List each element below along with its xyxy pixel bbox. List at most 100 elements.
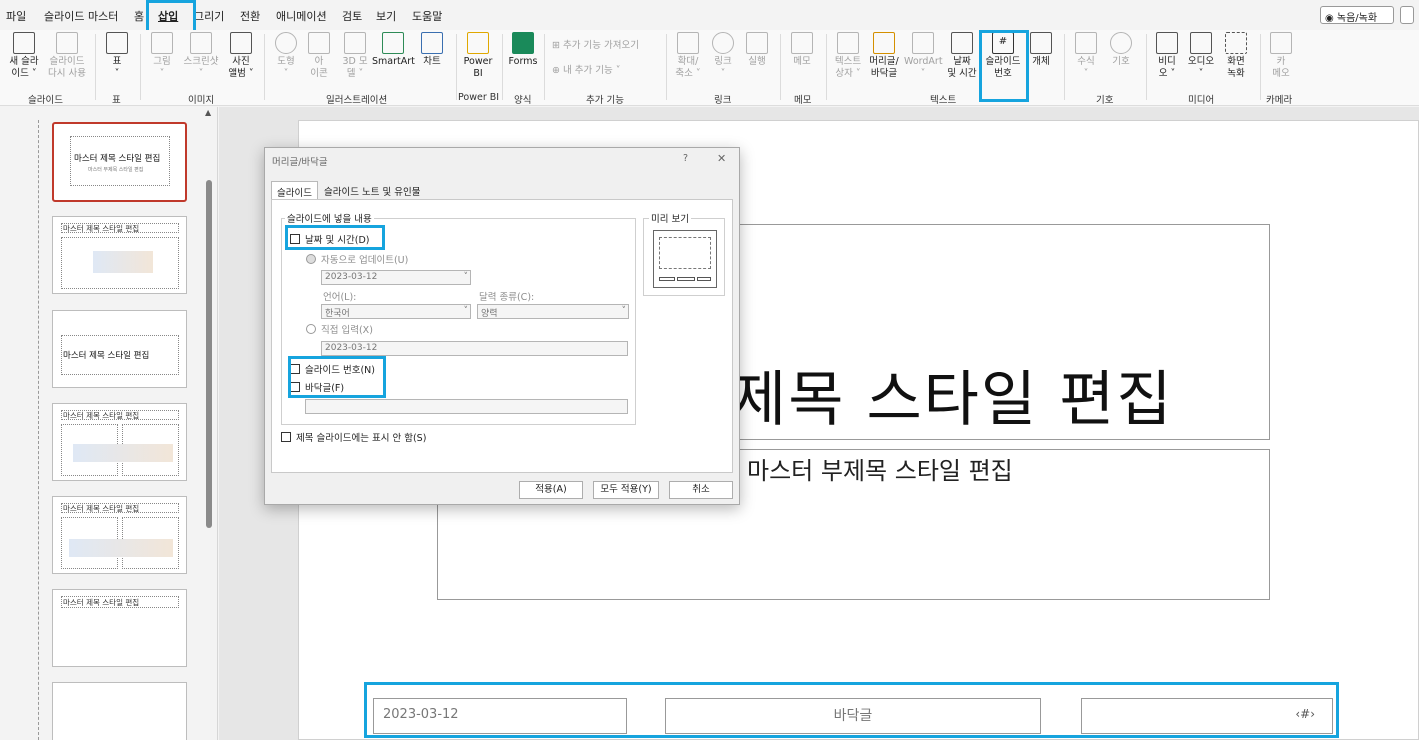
chevron-down-icon: ˅ <box>621 306 627 316</box>
comment-button[interactable]: 메모 <box>786 32 818 68</box>
thumb-title: 마스터 제목 스타일 편집 <box>63 351 150 361</box>
dont-show-title-checkbox[interactable] <box>281 432 291 442</box>
link-button[interactable]: 링크 ˅ <box>708 32 738 80</box>
my-addins-button[interactable]: ⊕ 내 추가 기능 ˅ <box>552 65 621 77</box>
separator <box>95 34 96 100</box>
thumbnail-layout[interactable]: 마스터 제목 스타일 편집 <box>52 589 187 667</box>
language-select[interactable]: 한국어 ˅ <box>321 304 471 319</box>
action-button[interactable]: 실행 <box>742 32 772 68</box>
auto-update-radio[interactable] <box>306 254 316 264</box>
preview-body <box>659 237 711 269</box>
separator <box>264 34 265 100</box>
menu-transitions[interactable]: 전환 <box>240 8 260 24</box>
fixed-date-input[interactable]: 2023-03-12 <box>321 341 628 356</box>
record-button[interactable]: ◉ 녹음/녹화 <box>1320 6 1394 24</box>
smartart-button[interactable]: SmartArt <box>372 32 415 68</box>
zoom-button[interactable]: 확대/ 축소 ˅ <box>672 32 704 80</box>
group-label-media: 미디어 <box>1188 95 1215 106</box>
slide-number-label: 슬라이드 번호 <box>985 56 1021 79</box>
my-addins-label: 내 추가 기능 ˅ <box>562 65 621 76</box>
menu-slide-master[interactable]: 슬라이드 마스터 <box>44 8 118 24</box>
icons-label: 아 이콘 <box>310 56 328 79</box>
chart-icon <box>421 32 443 54</box>
menu-help[interactable]: 도움말 <box>412 8 442 24</box>
date-format-value: 2023-03-12 <box>325 272 378 282</box>
separator <box>780 34 781 100</box>
cameo-button[interactable]: 카 메오 <box>1266 32 1296 80</box>
slide-number-label: 슬라이드 번호(N) <box>305 365 375 376</box>
forms-button[interactable]: Forms <box>506 32 540 68</box>
help-button[interactable]: ? <box>683 153 688 164</box>
symbol-label: 기호 <box>1112 56 1130 67</box>
chart-button[interactable]: 차트 <box>418 32 446 68</box>
smartart-icon <box>382 32 404 54</box>
reuse-slides-button[interactable]: 슬라이드 다시 사용 <box>44 32 90 80</box>
tab-slide[interactable]: 슬라이드 <box>271 181 318 199</box>
menu-file[interactable]: 파일 <box>6 8 26 24</box>
symbol-button[interactable]: 기호 <box>1106 32 1136 68</box>
table-button[interactable]: 표 ˅ <box>102 32 132 80</box>
icons-button[interactable]: 아 이콘 <box>304 32 334 80</box>
menu-view[interactable]: 보기 <box>376 8 396 24</box>
thumbnail-slide-master[interactable]: 마스터 제목 스타일 편집 마스터 부제목 스타일 편집 <box>52 122 187 202</box>
content-group-label: 슬라이드에 넣을 내용 <box>285 211 374 225</box>
thumbnail-layout[interactable]: 마스터 제목 스타일 편집 <box>52 403 187 481</box>
video-button[interactable]: 비디 오 ˅ <box>1152 32 1182 80</box>
link-label: 링크 ˅ <box>714 56 732 79</box>
power-bi-button[interactable]: Power BI <box>460 32 496 80</box>
comment-label: 메모 <box>793 56 811 67</box>
slide-number-checkbox[interactable] <box>290 364 300 374</box>
textbox-button[interactable]: 텍스트 상자 ˅ <box>832 32 864 80</box>
tab-notes-handouts[interactable]: 슬라이드 노트 및 유인물 <box>319 181 425 199</box>
thumbnail-layout[interactable]: 마스터 제목 스타일 편집 <box>52 496 187 574</box>
dialog-title: 머리글/바닥글 <box>272 157 328 168</box>
footer-input[interactable] <box>305 399 628 414</box>
object-button[interactable]: 개체 <box>1028 32 1054 68</box>
thumbnail-layout[interactable] <box>52 682 187 740</box>
menu-insert[interactable]: 삽입 <box>158 8 178 24</box>
scrollbar[interactable] <box>206 180 212 528</box>
group-label-camera: 카메라 <box>1266 95 1293 106</box>
cancel-button[interactable]: 취소 <box>669 481 733 499</box>
menu-bar: 파일 슬라이드 마스터 홈 삽입 그리기 전환 애니메이션 검토 보기 도움말 … <box>0 0 1419 30</box>
slide-number-button[interactable]: # 슬라이드 번호 <box>982 32 1024 80</box>
dont-show-title-label: 제목 슬라이드에는 표시 안 함(S) <box>296 433 427 444</box>
action-label: 실행 <box>748 56 766 67</box>
audio-button[interactable]: 오디오 ˅ <box>1184 32 1218 80</box>
equation-button[interactable]: 수식 ˅ <box>1072 32 1100 80</box>
photo-album-button[interactable]: 사진 앨범 ˅ <box>224 32 258 80</box>
apply-button[interactable]: 적용(A) <box>519 481 583 499</box>
wordart-button[interactable]: WordArt ˅ <box>904 32 943 80</box>
picture-button[interactable]: 그림 ˅ <box>146 32 178 80</box>
apply-all-button[interactable]: 모두 적용(Y) <box>593 481 659 499</box>
screenshot-button[interactable]: 스크린샷 ˅ <box>180 32 222 80</box>
reuse-slides-icon <box>56 32 78 54</box>
calendar-value: 양력 <box>481 309 498 319</box>
fixed-radio[interactable] <box>306 324 316 334</box>
footer-checkbox[interactable] <box>290 382 300 392</box>
scroll-up-icon[interactable]: ▲ <box>205 108 211 117</box>
new-slide-button[interactable]: 새 슬라 이드 ˅ <box>6 32 42 80</box>
separator <box>666 34 667 100</box>
screen-recording-button[interactable]: 화면 녹화 <box>1220 32 1252 80</box>
date-format-select[interactable]: 2023-03-12 ˅ <box>321 270 471 285</box>
star-icon <box>746 32 768 54</box>
ribbon: 새 슬라 이드 ˅ 슬라이드 다시 사용 표 ˅ 그림 ˅ 스크린샷 ˅ 사진 … <box>0 30 1419 106</box>
menu-review[interactable]: 검토 <box>342 8 362 24</box>
comments-icon[interactable] <box>1400 6 1414 24</box>
3d-models-button[interactable]: 3D 모 델 ˅ <box>338 32 372 80</box>
get-addins-button[interactable]: ⊞ 추가 기능 가져오기 <box>552 40 639 52</box>
shapes-button[interactable]: 도형 ˅ <box>272 32 300 80</box>
close-button[interactable]: ✕ <box>717 152 726 165</box>
thumbnail-layout[interactable]: 마스터 제목 스타일 편집 <box>52 310 187 388</box>
menu-animations[interactable]: 애니메이션 <box>276 8 327 24</box>
date-time-button[interactable]: 날짜 및 시간 <box>944 32 980 80</box>
date-time-checkbox[interactable] <box>290 234 300 244</box>
thumbnail-layout[interactable]: 마스터 제목 스타일 편집 <box>52 216 187 294</box>
menu-draw[interactable]: 그리기 <box>194 8 224 24</box>
auto-update-label: 자동으로 업데이트(U) <box>321 255 409 266</box>
power-bi-label: Power BI <box>463 56 493 79</box>
menu-home[interactable]: 홈 <box>134 8 144 24</box>
header-footer-button[interactable]: 머리글/ 바닥글 <box>866 32 902 80</box>
calendar-select[interactable]: 양력 ˅ <box>477 304 629 319</box>
